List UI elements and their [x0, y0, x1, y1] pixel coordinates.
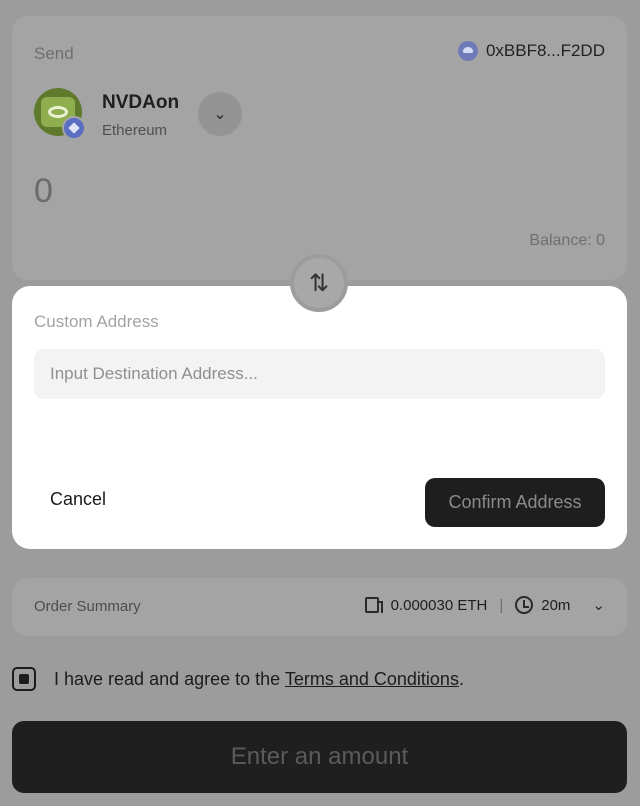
enter-amount-button[interactable]: Enter an amount	[12, 721, 627, 793]
token-select-button[interactable]: ⌄	[198, 92, 242, 136]
confirm-address-button[interactable]: Confirm Address	[425, 478, 605, 527]
token-symbol: NVDAon	[102, 92, 180, 113]
destination-address-input[interactable]	[34, 349, 605, 399]
chevron-down-icon[interactable]: ⌄	[592, 596, 605, 614]
swap-direction-button[interactable]: ⇅	[290, 254, 348, 312]
summary-separator: |	[499, 596, 504, 614]
estimated-time: 20m	[541, 596, 571, 614]
ethereum-icon	[62, 116, 86, 140]
chevron-down-icon: ⌄	[213, 106, 227, 123]
terms-text: I have read and agree to the Terms and C…	[54, 668, 464, 689]
modal-title: Custom Address	[34, 312, 159, 331]
order-summary-label: Order Summary	[34, 598, 141, 615]
send-card: Send 0xBBF8...F2DD NVDAon Ethereum ⌄ 0 B…	[12, 16, 627, 280]
clock-icon	[515, 596, 534, 614]
cancel-button[interactable]: Cancel	[50, 489, 106, 510]
terms-row: I have read and agree to the Terms and C…	[12, 667, 464, 691]
swap-arrows-icon: ⇅	[308, 269, 330, 297]
send-label: Send	[34, 44, 74, 63]
order-summary-details: 0.000030 ETH | 20m ⌄	[364, 596, 605, 614]
balance-text: Balance: 0	[529, 232, 605, 249]
wallet-address: 0xBBF8...F2DD	[485, 41, 605, 60]
amount-value[interactable]: 0	[34, 172, 53, 211]
terms-checkbox[interactable]	[12, 667, 36, 691]
custom-address-modal: Custom Address Cancel Confirm Address	[12, 286, 627, 549]
token-chain: Ethereum	[102, 122, 168, 139]
terms-link[interactable]: Terms and Conditions	[285, 669, 459, 689]
wallet-avatar-icon	[457, 41, 478, 61]
wallet-address-button[interactable]: 0xBBF8...F2DD	[457, 41, 605, 61]
gas-pump-icon	[364, 597, 383, 613]
gas-fee: 0.000030 ETH	[390, 596, 488, 614]
order-summary[interactable]: Order Summary 0.000030 ETH | 20m ⌄	[12, 578, 627, 636]
